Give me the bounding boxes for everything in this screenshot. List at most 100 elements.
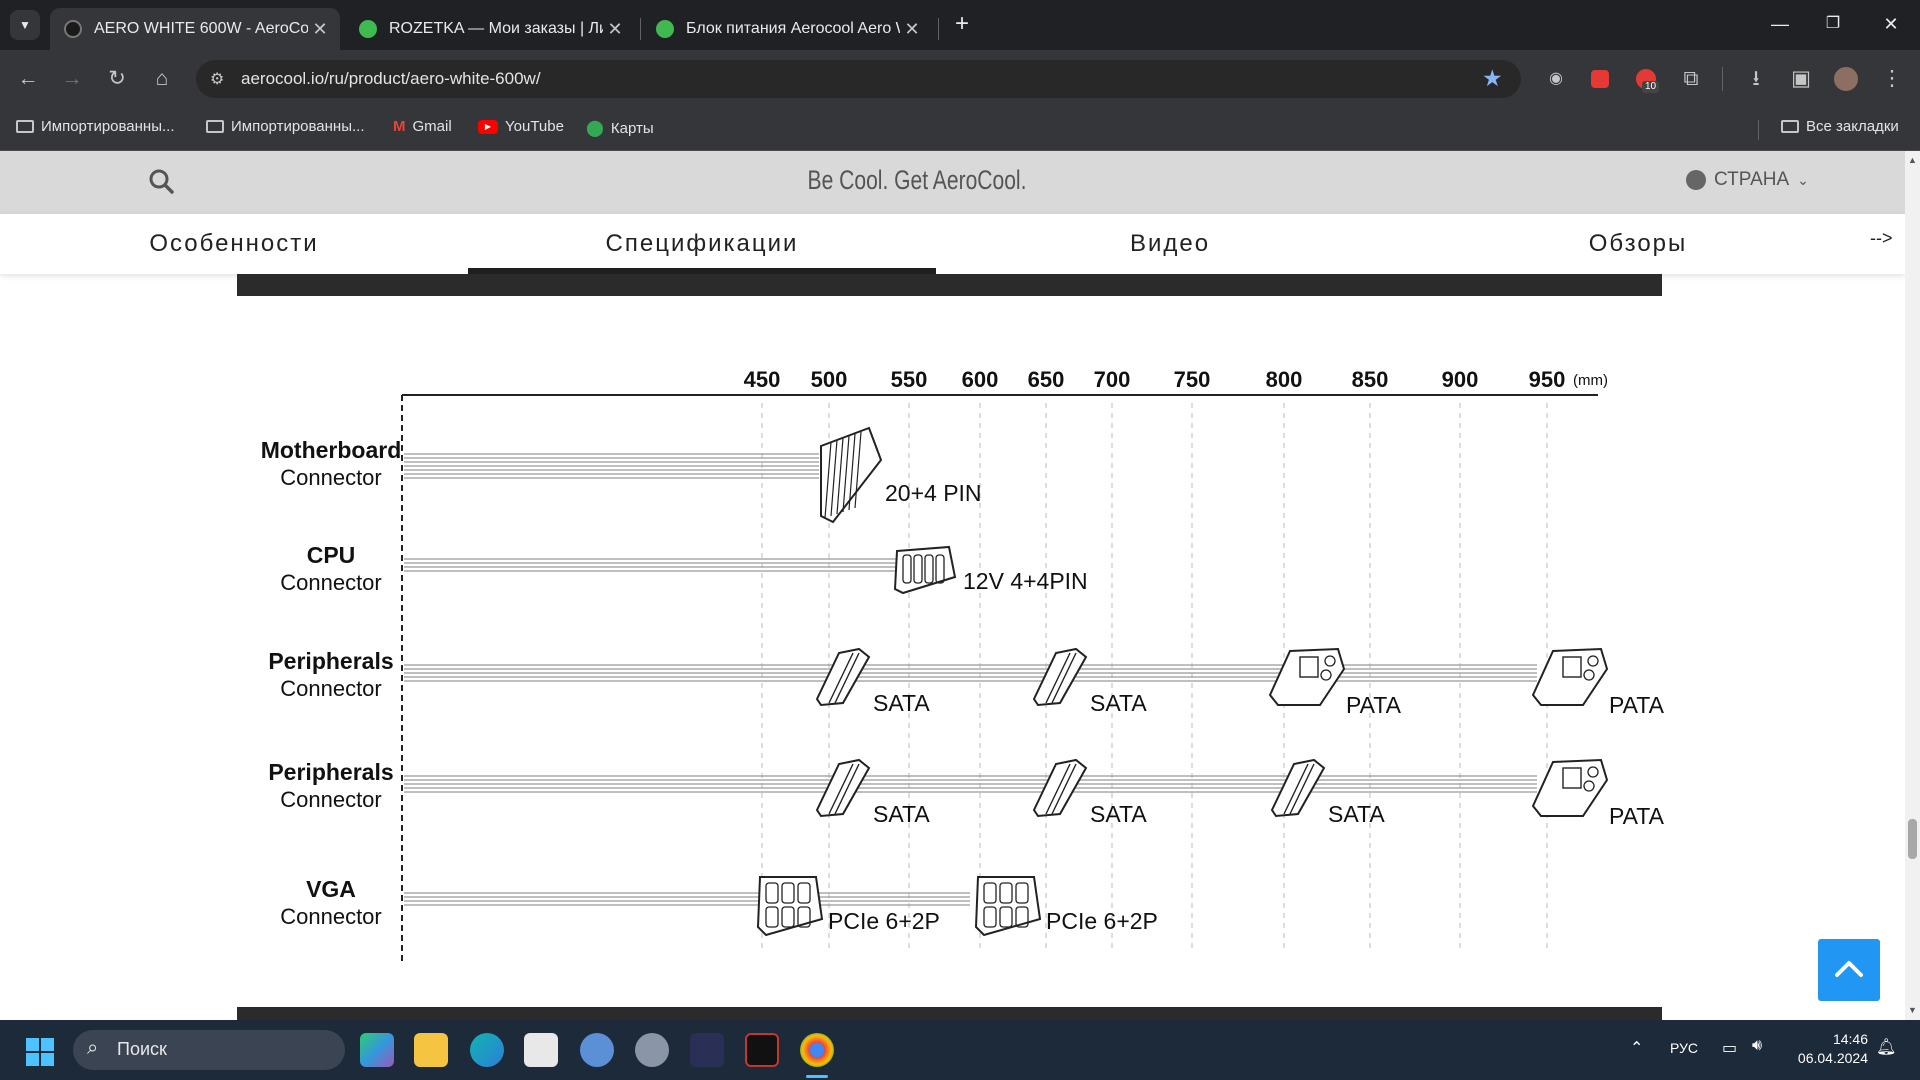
minimize-icon[interactable]: — [1755, 8, 1805, 40]
restore-icon[interactable]: ❐ [1808, 8, 1858, 40]
axis-tick-label: 650 [1028, 367, 1065, 392]
store-icon[interactable] [524, 1033, 558, 1067]
extension-badge: 10 [1642, 81, 1660, 93]
url-text: aerocool.io/ru/product/aero-white-600w/ [241, 69, 541, 88]
axis-tick-label: 500 [811, 367, 848, 392]
tab-aerocool-psu[interactable]: Блок питания Aerocool Aero W ✕ [642, 8, 932, 50]
bookmark-label: Gmail [412, 118, 452, 135]
edge-icon[interactable] [470, 1033, 504, 1067]
notification-bell-icon[interactable]: 🔔︎ [1876, 1037, 1896, 1057]
search-placeholder: Поиск [117, 1039, 167, 1059]
tab-title: Блок питания Aerocool Aero W [686, 20, 900, 37]
back-to-top-button[interactable] [1818, 939, 1880, 1001]
close-tab-icon[interactable]: ✕ [603, 19, 627, 40]
cable-row: VGAConnector PCIe 6+2P PCIe 6+2P [280, 876, 1158, 937]
address-bar[interactable]: ⚙ aerocool.io/ru/product/aero-white-600w… [196, 60, 1521, 98]
axis-tick-label: 750 [1174, 367, 1211, 392]
extension-circle-icon[interactable]: ◉ [1542, 65, 1570, 93]
gmail-icon: M [393, 118, 406, 135]
atx-connector-icon: 20+4 PIN [820, 426, 982, 524]
new-tab-button[interactable]: + [948, 10, 976, 38]
tab-separator [938, 18, 939, 40]
scroll-down-icon[interactable]: ▼ [1908, 1005, 1917, 1015]
scroll-up-icon[interactable]: ▲ [1908, 155, 1917, 165]
bookmark-gmail[interactable]: M Gmail [393, 118, 452, 135]
back-icon[interactable]: ← [14, 65, 42, 93]
all-bookmarks[interactable]: Все закладки [1781, 118, 1899, 135]
bookmark-star-icon[interactable]: ★ [1482, 65, 1503, 92]
file-explorer-icon[interactable] [414, 1033, 448, 1067]
language-indicator[interactable]: РУС [1670, 1040, 1698, 1056]
clock-date: 06.04.2024 [1797, 1050, 1868, 1066]
rozetka-favicon-icon [359, 20, 377, 38]
row-label: Connector [280, 787, 382, 812]
search-icon: ⌕ [87, 1037, 99, 1059]
page-scrollbar[interactable]: ▲ ▼ [1905, 151, 1920, 1020]
pcie-connector-icon: PCIe 6+2P [974, 876, 1158, 937]
cable-row: PeripheralsConnector SATA SATA PATA PATA [268, 647, 1665, 718]
row-label: Connector [280, 570, 382, 595]
bookmark-label: Карты [610, 119, 654, 137]
site-info-icon[interactable]: ⚙ [210, 69, 224, 89]
bookmark-youtube[interactable]: ▶ YouTube [478, 118, 564, 135]
tab-aero-white[interactable]: AERO WHITE 600W - AeroCool ✕ [50, 8, 340, 50]
section-divider-bottom [237, 1007, 1662, 1020]
profile-avatar[interactable] [1832, 65, 1860, 93]
extension-adblock-icon[interactable]: 10 [1632, 65, 1660, 93]
extensions-puzzle-icon[interactable]: ⧉ [1677, 65, 1705, 93]
active-app-indicator [806, 1075, 828, 1078]
row-label-bold: Motherboard [261, 437, 402, 463]
row-label-bold: VGA [306, 876, 356, 902]
row-label-bold: Peripherals [268, 648, 393, 674]
rgb-app-icon[interactable] [745, 1033, 779, 1067]
app-icon[interactable] [690, 1033, 724, 1067]
axis-unit-label: (mm) [1573, 372, 1608, 389]
download-icon[interactable]: ⭳ [1742, 65, 1770, 93]
tab-rozetka[interactable]: ROZETKA — Мои заказы | Личн ✕ [345, 8, 635, 50]
axis-tick-label: 550 [891, 367, 928, 392]
connector-label: PATA [1609, 692, 1665, 718]
system-clock[interactable]: 14:46 06.04.2024 [1782, 1030, 1868, 1068]
qbittorrent-icon[interactable] [580, 1033, 614, 1067]
bookmark-separator [1758, 120, 1759, 140]
sata-connector-icon: SATA [1032, 647, 1147, 716]
eps-connector-icon: 12V 4+4PIN [893, 545, 1088, 595]
home-icon[interactable]: ⌂ [148, 65, 176, 93]
network-icon[interactable]: ▭ [1722, 1038, 1737, 1058]
scrollbar-thumb[interactable] [1908, 819, 1917, 859]
connector-label: SATA [1090, 801, 1147, 827]
tab-search-button[interactable]: ▼ [10, 10, 40, 40]
side-panel-icon[interactable]: ▣ [1787, 65, 1815, 93]
close-tab-icon[interactable]: ✕ [308, 19, 332, 40]
connector-label: PCIe 6+2P [828, 908, 940, 934]
reload-icon[interactable]: ↻ [103, 65, 131, 93]
close-tab-icon[interactable]: ✕ [900, 19, 924, 40]
copilot-icon[interactable] [360, 1033, 394, 1067]
connector-label: 20+4 PIN [885, 480, 982, 506]
folder-icon [206, 120, 224, 133]
tray-expand-icon[interactable]: ⌃ [1630, 1038, 1643, 1058]
bookmark-label: YouTube [505, 118, 564, 135]
settings-gear-icon[interactable] [635, 1033, 669, 1067]
axis-tick-label: 450 [744, 367, 781, 392]
aerocool-favicon-icon [64, 20, 82, 38]
taskbar-search[interactable]: ⌕ Поиск [73, 1030, 345, 1070]
chrome-icon[interactable] [800, 1033, 834, 1067]
bookmark-label: Импортированны... [41, 118, 175, 135]
bookmark-imported-2[interactable]: Импортированны... [206, 118, 365, 135]
windows-start-icon[interactable] [26, 1038, 54, 1066]
volume-icon[interactable]: 🔊︎ [1752, 1037, 1762, 1055]
web-page: Be Cool. Get AeroCool. СТРАНА ⌄ Особенно… [0, 151, 1905, 1020]
pata-connector-icon: PATA [1531, 758, 1665, 829]
menu-kebab-icon[interactable]: ⋮ [1878, 65, 1906, 93]
forward-icon[interactable]: → [58, 65, 86, 93]
cable-row: MotherboardConnector 20+4 PIN [261, 426, 982, 524]
close-window-icon[interactable]: ✕ [1866, 8, 1916, 40]
sata-connector-icon: SATA [815, 647, 930, 716]
bookmark-imported-1[interactable]: Импортированны... [16, 118, 175, 135]
tab-title: AERO WHITE 600W - AeroCool [94, 20, 308, 37]
axis-tick-label: 800 [1266, 367, 1303, 392]
extension-red-icon[interactable] [1586, 65, 1614, 93]
bookmark-maps[interactable]: ⬤ Карты [586, 118, 654, 138]
folder-icon [16, 120, 34, 133]
